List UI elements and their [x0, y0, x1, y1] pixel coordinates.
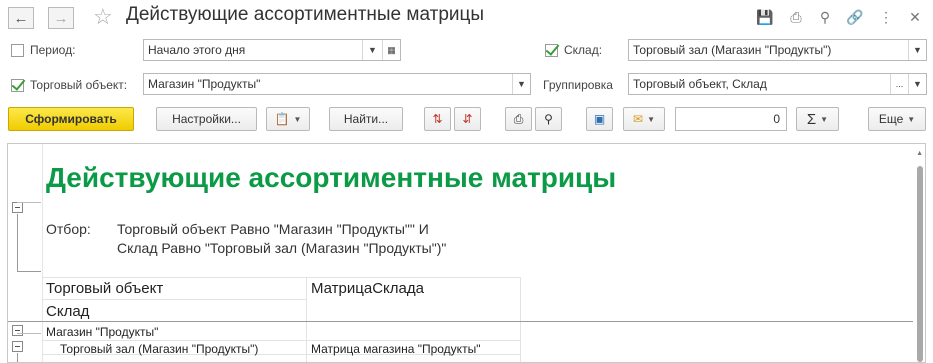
- grid-line: [42, 299, 307, 300]
- forward-button[interactable]: →: [48, 7, 74, 29]
- warehouse-dropdown-button[interactable]: ▼: [908, 40, 926, 60]
- collapse-groups-button[interactable]: ⇵: [454, 107, 481, 131]
- chevron-down-icon: ▼: [913, 45, 922, 55]
- expand-groups-button[interactable]: ⇅: [424, 107, 451, 131]
- grid-line: [42, 340, 521, 341]
- trade-object-field[interactable]: Магазин "Продукты" ▼: [143, 73, 531, 95]
- warehouse-field[interactable]: Торговый зал (Магазин "Продукты") ▼: [628, 39, 927, 61]
- collapse-group-toggle[interactable]: [12, 325, 23, 336]
- sigma-icon: Σ: [806, 110, 817, 128]
- tree-line: [17, 271, 41, 272]
- grouping-margin-divider: [42, 144, 43, 362]
- calendar-icon: ▦: [387, 44, 396, 55]
- ellipsis-text: ...: [895, 79, 904, 89]
- column-header-matrix: МатрицаСклада: [311, 280, 424, 297]
- chevron-down-icon: ▼: [647, 114, 655, 124]
- collapse-header-toggle[interactable]: [12, 202, 23, 213]
- period-checkbox[interactable]: [11, 44, 24, 57]
- warehouse-label: Склад:: [564, 43, 603, 57]
- calendar-button[interactable]: ▦: [382, 40, 400, 60]
- filter-label: Отбор:: [46, 221, 91, 237]
- more-button[interactable]: Еще ▼: [868, 107, 926, 131]
- envelope-icon: ✉: [633, 112, 644, 126]
- trade-object-checkbox[interactable]: [11, 79, 24, 92]
- filter-line-1: Торговый объект Равно "Магазин "Продукты…: [117, 221, 429, 237]
- preview-icon: ⚲: [544, 112, 553, 126]
- grid-line: [42, 277, 521, 278]
- tree-line: [17, 353, 18, 362]
- period-dropdown-button[interactable]: ▼: [362, 40, 382, 60]
- tree-line: [17, 202, 41, 203]
- group-row-trade-object: Магазин "Продукты": [46, 325, 159, 339]
- filter-line-2: Склад Равно "Торговый зал (Магазин "Прод…: [117, 240, 447, 256]
- grouping-label: Группировка: [543, 78, 613, 92]
- printer-icon: ⎙: [513, 111, 524, 126]
- print-preview-button[interactable]: ⚲: [535, 107, 562, 131]
- chevron-down-icon: ▼: [293, 114, 302, 124]
- settings-button[interactable]: Настройки...: [156, 107, 257, 131]
- chevron-down-icon: ▼: [820, 114, 829, 124]
- grid-line: [306, 277, 307, 362]
- generate-button[interactable]: Сформировать: [8, 107, 134, 131]
- report-variants-icon: 📋: [274, 112, 290, 126]
- expand-all-icon: ⇅: [432, 112, 443, 126]
- more-vertical-icon[interactable]: ⋮: [877, 8, 895, 26]
- window-title: Действующие ассортиментные матрицы: [126, 4, 485, 25]
- vertical-scrollbar[interactable]: [917, 166, 923, 362]
- sum-field[interactable]: 0: [675, 107, 787, 131]
- tree-line: [17, 214, 18, 272]
- collapse-detail-toggle[interactable]: [12, 341, 23, 352]
- period-value: Начало этого дня: [148, 43, 246, 57]
- chevron-down-icon: ▼: [368, 45, 377, 55]
- detail-row-matrix: Матрица магазина "Продукты": [311, 342, 481, 356]
- collapse-all-icon: ⇵: [462, 112, 473, 126]
- warehouse-value: Торговый зал (Магазин "Продукты"): [633, 43, 832, 57]
- find-button[interactable]: Найти...: [329, 107, 403, 131]
- print-button[interactable]: ⎙: [505, 107, 532, 131]
- preview-icon[interactable]: ⚲: [816, 8, 834, 26]
- grid-line: [520, 277, 521, 362]
- tree-line: [17, 333, 41, 334]
- arrow-right-icon: →: [53, 9, 69, 27]
- save-button[interactable]: ▣: [586, 107, 613, 131]
- detail-row-warehouse: Торговый зал (Магазин "Продукты"): [60, 342, 259, 356]
- section-divider: [8, 321, 913, 322]
- grouping-field[interactable]: Торговый объект, Склад ... ▼: [628, 73, 927, 95]
- save-icon[interactable]: 💾: [756, 8, 774, 26]
- scroll-up-icon[interactable]: ▲: [916, 150, 923, 157]
- report-title: Действующие ассортиментные матрицы: [46, 162, 617, 193]
- more-label: Еще: [878, 112, 904, 126]
- report-document[interactable]: Действующие ассортиментные матрицы Отбор…: [7, 143, 926, 363]
- trade-object-label: Торговый объект:: [30, 78, 128, 92]
- chevron-down-icon: ▼: [907, 114, 916, 124]
- floppy-icon: ▣: [593, 112, 606, 126]
- grouping-select-button[interactable]: ...: [890, 74, 908, 94]
- chevron-down-icon: ▼: [913, 79, 922, 89]
- favorite-star-icon[interactable]: ☆: [93, 4, 113, 30]
- period-field[interactable]: Начало этого дня ▼ ▦: [143, 39, 401, 61]
- column-header-trade-object: Торговый объект: [46, 280, 164, 297]
- trade-object-dropdown-button[interactable]: ▼: [512, 74, 530, 94]
- trade-object-value: Магазин "Продукты": [148, 77, 261, 91]
- arrow-left-icon: ←: [13, 9, 29, 27]
- variants-button[interactable]: 📋 ▼: [266, 107, 310, 131]
- sum-mode-button[interactable]: Σ ▼: [796, 107, 839, 131]
- period-label: Период:: [30, 43, 76, 57]
- chevron-down-icon: ▼: [517, 79, 526, 89]
- close-icon[interactable]: ✕: [906, 8, 924, 26]
- send-mail-button[interactable]: ✉ ▼: [623, 107, 665, 131]
- column-header-warehouse: Склад: [46, 303, 90, 320]
- back-button[interactable]: ←: [8, 7, 34, 29]
- warehouse-checkbox[interactable]: [545, 44, 558, 57]
- grouping-value: Торговый объект, Склад: [633, 77, 767, 91]
- grouping-dropdown-button[interactable]: ▼: [908, 74, 926, 94]
- print-icon[interactable]: ⎙: [787, 8, 805, 26]
- link-icon[interactable]: 🔗: [846, 8, 864, 26]
